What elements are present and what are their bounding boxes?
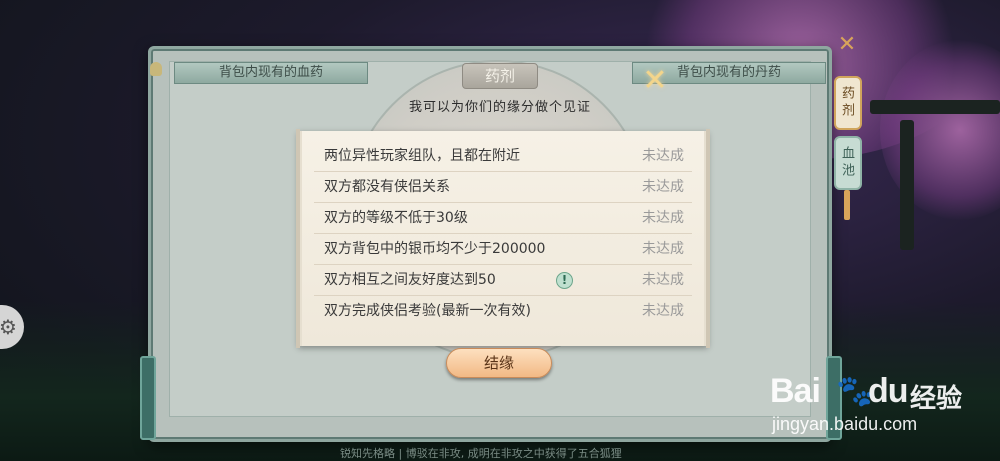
info-icon[interactable]: ! — [556, 272, 573, 289]
panel-pillar-left — [140, 356, 156, 440]
watermark-url: jingyan.baidu.com — [772, 414, 918, 434]
requirement-text: 双方的等级不低于30级 — [324, 210, 468, 226]
watermark-brand-du: du — [868, 372, 909, 410]
tab-blood-pool[interactable]: 血池 — [834, 136, 862, 190]
tassel-ornament — [844, 190, 850, 220]
bond-button[interactable]: 结缘 — [446, 348, 552, 378]
requirement-text: 双方背包中的银币均不少于200000 — [324, 241, 546, 257]
tab-potion[interactable]: 药剂 — [834, 76, 862, 130]
bell-ornament — [150, 62, 162, 76]
requirement-status: 未达成 — [642, 179, 684, 195]
watermark-brand: Bai — [770, 372, 821, 410]
background-tree-trunk — [870, 100, 1000, 114]
requirement-status: 未达成 — [642, 303, 684, 319]
requirement-text: 双方完成侠侣考验(最新一次有效) — [324, 303, 531, 319]
requirement-status: 未达成 — [642, 148, 684, 164]
requirement-text: 双方都没有侠侣关系 — [324, 179, 450, 195]
requirement-row: 双方的等级不低于30级 未达成 — [314, 203, 692, 234]
requirements-scroll: 两位异性玩家组队，且都在附近 未达成 双方都没有侠侣关系 未达成 双方的等级不低… — [296, 129, 710, 348]
requirement-text: 双方相互之间友好度达到50 — [324, 272, 496, 288]
crossed-swords-icon[interactable]: ✕ — [832, 30, 862, 60]
watermark-suffix: 经验 — [910, 384, 963, 414]
requirement-row: 双方完成侠侣考验(最新一次有效) 未达成 — [314, 296, 692, 327]
close-icon[interactable]: ✕ — [640, 66, 670, 96]
requirement-row: 双方背包中的银币均不少于200000 未达成 — [314, 234, 692, 265]
requirement-text: 两位异性玩家组队，且都在附近 — [324, 148, 520, 164]
requirement-row: 双方都没有侠侣关系 未达成 — [314, 172, 692, 203]
requirement-row: 两位异性玩家组队，且都在附近 未达成 — [314, 141, 692, 172]
background-tree-trunk — [900, 120, 914, 250]
tab-title: 药剂 — [462, 63, 538, 89]
requirement-status: 未达成 — [642, 241, 684, 257]
requirement-row: 双方相互之间友好度达到50 ! 未达成 — [314, 265, 692, 296]
requirement-status: 未达成 — [642, 210, 684, 226]
requirement-status: 未达成 — [642, 272, 684, 288]
system-ticker: 锐知先格略 | 博驳在非攻, 成明在非攻之中获得了五合狐狸 — [340, 447, 622, 460]
baidu-watermark: Bai 🐾 du 经验 jingyan.baidu.com — [770, 372, 990, 442]
dialog-subtitle: 我可以为你们的缘分做个见证 — [408, 100, 591, 115]
left-header: 背包内现有的血药 — [174, 62, 368, 84]
